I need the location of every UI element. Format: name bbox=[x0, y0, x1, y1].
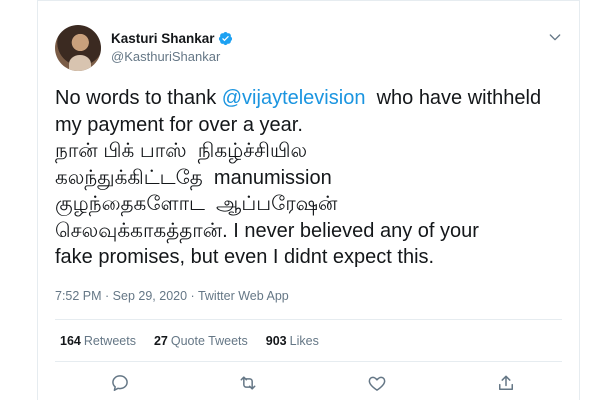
reply-icon bbox=[112, 375, 128, 391]
meta-separator: · bbox=[187, 289, 198, 303]
tweet-card: Kasturi Shankar @KasthuriShankar No word… bbox=[37, 0, 580, 400]
likes-count: 903 bbox=[265, 334, 287, 348]
share-button[interactable] bbox=[496, 373, 518, 395]
retweets-stat[interactable]: 164 Retweets bbox=[60, 334, 136, 348]
divider bbox=[55, 361, 562, 362]
tweet-actions bbox=[55, 373, 562, 395]
author-names: Kasturi Shankar @KasthuriShankar bbox=[111, 29, 233, 64]
tweet-date[interactable]: Sep 29, 2020 bbox=[113, 289, 187, 303]
meta-separator: · bbox=[101, 289, 113, 303]
display-name[interactable]: Kasturi Shankar bbox=[111, 31, 215, 46]
like-button[interactable] bbox=[367, 373, 389, 395]
tweet-text: No words to thank @vijaytelevision who h… bbox=[55, 85, 575, 271]
tweet-text-body: my payment for over a year. நான் பிக் பா… bbox=[55, 113, 479, 269]
quote-tweets-label: Quote Tweets bbox=[170, 334, 248, 348]
avatar[interactable] bbox=[55, 25, 101, 71]
tweet-text-intro: No words to thank bbox=[55, 87, 222, 109]
likes-label: Likes bbox=[289, 334, 319, 348]
verified-badge-icon bbox=[218, 31, 232, 45]
page: Kasturi Shankar @KasthuriShankar No word… bbox=[0, 0, 600, 400]
retweet-icon bbox=[240, 376, 256, 390]
quote-tweets-count: 27 bbox=[153, 334, 168, 348]
tweet-time[interactable]: 7:52 PM bbox=[55, 289, 102, 303]
handle[interactable]: @KasthuriShankar bbox=[111, 49, 233, 64]
share-icon bbox=[499, 375, 513, 390]
divider bbox=[55, 319, 562, 320]
mention-link[interactable]: @vijaytelevision bbox=[222, 87, 366, 109]
quote-tweets-stat[interactable]: 27 Quote Tweets bbox=[154, 334, 248, 348]
reply-button[interactable] bbox=[110, 373, 132, 395]
likes-stat[interactable]: 903 Likes bbox=[266, 334, 319, 348]
heart-icon bbox=[368, 376, 386, 391]
tweet-meta: 7:52 PM · Sep 29, 2020 · Twitter Web App bbox=[55, 289, 289, 303]
tweet-stats: 164 Retweets 27 Quote Tweets 903 Likes bbox=[60, 334, 319, 348]
tweet-text-line1-end: who have withheld bbox=[365, 87, 542, 109]
tweet-source-app[interactable]: Twitter Web App bbox=[198, 289, 289, 303]
tweet-header: Kasturi Shankar @KasthuriShankar bbox=[55, 25, 567, 73]
retweets-label: Retweets bbox=[83, 334, 136, 348]
chevron-down-icon[interactable] bbox=[547, 29, 563, 45]
retweets-count: 164 bbox=[60, 334, 81, 348]
retweet-button[interactable] bbox=[238, 373, 260, 395]
display-name-row: Kasturi Shankar bbox=[111, 29, 233, 47]
